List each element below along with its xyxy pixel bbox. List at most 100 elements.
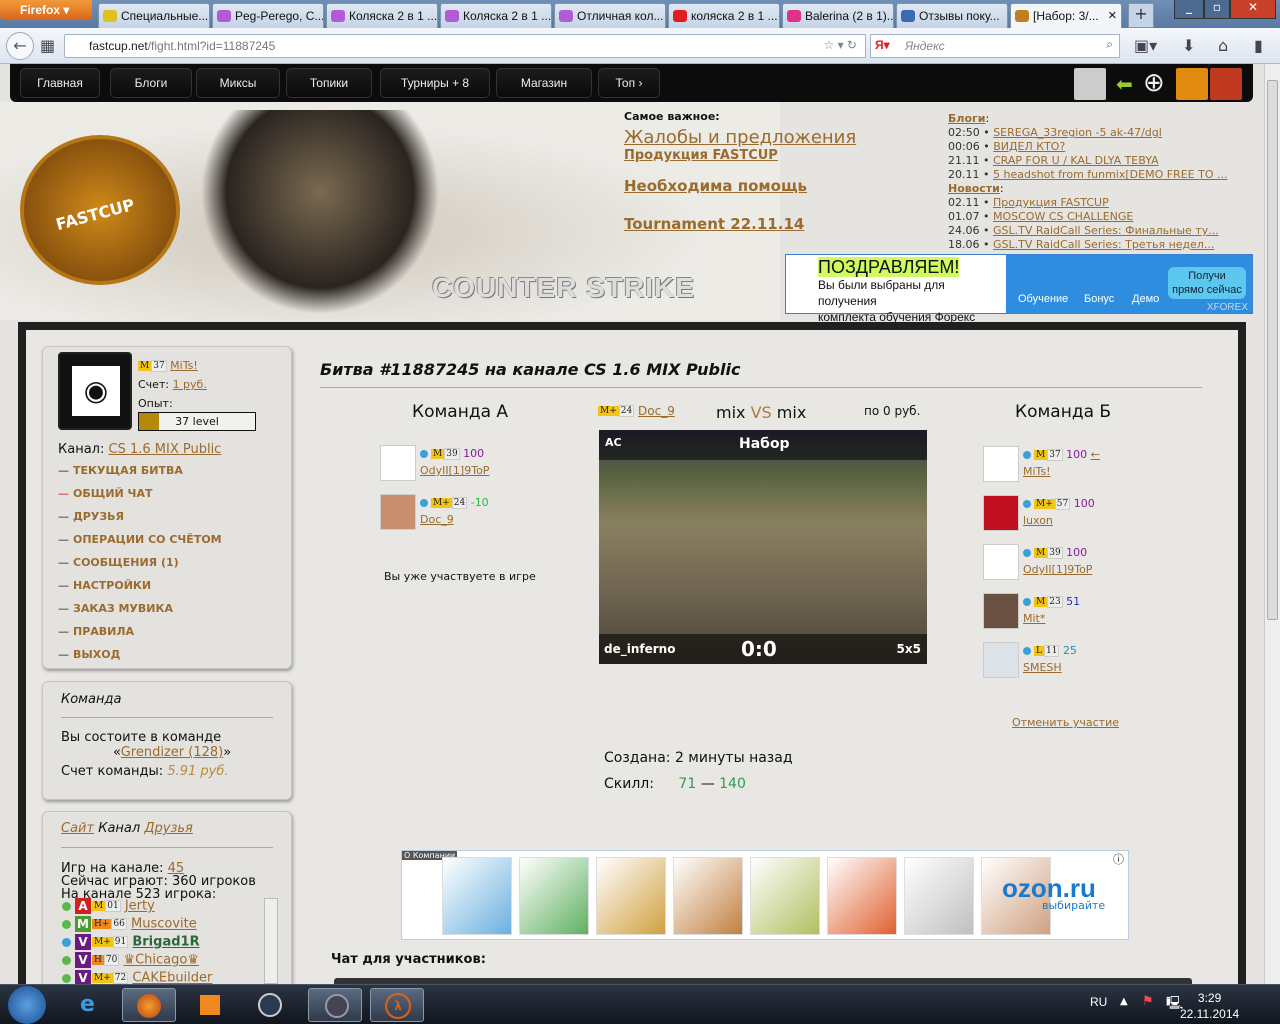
team-player[interactable]: L 11 25 SMESH: [983, 642, 1143, 682]
blog-link[interactable]: ВИДЕЛ КТО?: [993, 140, 1065, 153]
page-scrollbar[interactable]: [1264, 64, 1280, 984]
browser-tab[interactable]: Отзывы поку...: [896, 3, 1008, 28]
side-menu-item[interactable]: — СООБЩЕНИЯ (1): [58, 556, 222, 579]
book-cover[interactable]: [519, 857, 589, 935]
browser-tab[interactable]: Peg-Perego, С...: [212, 3, 324, 28]
browser-tab[interactable]: Коляска 2 в 1 ...: [440, 3, 552, 28]
addon-icon[interactable]: ▮: [1254, 36, 1263, 55]
url-bar[interactable]: fastcup.net/fight.html?id=11887245 ☆ ▾ ↻: [64, 34, 866, 58]
news-link[interactable]: GSL.TV RaidCall Series: Третья недел...: [993, 238, 1214, 251]
leave-arrow-link[interactable]: ←: [1091, 448, 1100, 461]
book-cover[interactable]: [827, 857, 897, 935]
close-tab-icon[interactable]: ✕: [1108, 9, 1117, 22]
team-player[interactable]: M+ 57 100 luxon: [983, 495, 1143, 535]
news-link[interactable]: Продукция FASTCUP: [993, 196, 1109, 209]
app-taskbar-icon[interactable]: [308, 988, 362, 1022]
menu-item[interactable]: Магазин: [496, 68, 592, 98]
dota2-game-icon[interactable]: [1210, 68, 1242, 100]
media-player-taskbar-icon[interactable]: [182, 988, 236, 1022]
action-center-icon[interactable]: ⚑: [1142, 994, 1154, 1009]
ie-taskbar-icon[interactable]: e: [64, 988, 118, 1022]
search-icon[interactable]: ⌕: [1106, 37, 1113, 52]
online-player[interactable]: V M+ 91 Brigad1R: [62, 934, 280, 952]
blogs-heading[interactable]: Блоги: [948, 112, 985, 125]
team-player[interactable]: M 39 100 OdyII[1]9ToP: [983, 544, 1143, 584]
firefox-taskbar-icon[interactable]: [122, 988, 176, 1022]
player-name-link[interactable]: luxon: [1023, 514, 1053, 527]
news-heading[interactable]: Новости: [948, 182, 1000, 195]
player-name-link[interactable]: Mit*: [1023, 612, 1045, 625]
book-cover[interactable]: [750, 857, 820, 935]
help-link[interactable]: Необходима помощь: [624, 177, 807, 195]
ad-cta-button[interactable]: Получи прямо сейчас: [1168, 267, 1246, 299]
back-button[interactable]: ←: [6, 32, 34, 60]
balance-link[interactable]: 1 руб.: [173, 378, 207, 391]
player-avatar[interactable]: [380, 494, 416, 530]
username-link[interactable]: MiTs!: [170, 359, 198, 372]
team-link[interactable]: Grendizer (128): [121, 745, 224, 760]
player-avatar[interactable]: [983, 495, 1019, 531]
player-avatar[interactable]: [983, 593, 1019, 629]
player-avatar[interactable]: [983, 642, 1019, 678]
player-name-link[interactable]: Doc_9: [420, 513, 454, 526]
browser-tab[interactable]: Balerina (2 в 1)...: [782, 3, 894, 28]
start-button[interactable]: [8, 986, 46, 1024]
ad-info-icon[interactable]: ⓘ: [1113, 851, 1124, 867]
tab-channel[interactable]: Канал: [98, 821, 140, 836]
side-menu-item[interactable]: — ТЕКУЩАЯ БИТВА: [58, 464, 222, 487]
tab-friends[interactable]: Друзья: [144, 821, 193, 836]
blog-link[interactable]: 5 headshot from funmix[DEMO FREE TO ...: [993, 168, 1227, 181]
side-menu-item[interactable]: — ПРАВИЛА: [58, 625, 222, 648]
online-player[interactable]: A M 01 Jerty: [62, 898, 280, 916]
online-player[interactable]: V H 70 ♛Chicago♛: [62, 952, 280, 970]
csgo-game-icon[interactable]: [1176, 68, 1208, 100]
player-name-link[interactable]: OdyII[1]9ToP: [1023, 563, 1092, 576]
browser-tab[interactable]: Отличная кол...: [554, 3, 666, 28]
player-avatar[interactable]: [380, 445, 416, 481]
search-input[interactable]: Я▾ Яндекс ⌕: [870, 34, 1120, 58]
language-indicator[interactable]: RU: [1090, 995, 1107, 1009]
home-icon[interactable]: ⌂: [1218, 36, 1228, 55]
browser-tab[interactable]: [Набор: 3/... ✕: [1010, 3, 1122, 29]
team-player[interactable]: M+ 24 -10 Doc_9: [380, 494, 540, 534]
browser-tab[interactable]: коляска 2 в 1 ...: [668, 3, 780, 28]
downloads-icon[interactable]: ⬇: [1182, 36, 1195, 55]
forex-ad[interactable]: ПОЗДРАВЛЯЕМ! Вы были выбраны для получени…: [785, 254, 1253, 324]
menu-item[interactable]: Топ ›: [598, 68, 660, 98]
menu-item[interactable]: Главная: [20, 68, 100, 98]
user-avatar[interactable]: ◉: [58, 352, 132, 430]
firefox-menu-button[interactable]: Firefox ▾: [0, 0, 92, 20]
menu-item[interactable]: Миксы: [196, 68, 280, 98]
side-menu-item[interactable]: — НАСТРОЙКИ: [58, 579, 222, 602]
player-name-link[interactable]: SMESH: [1023, 661, 1062, 674]
book-cover[interactable]: [596, 857, 666, 935]
news-link[interactable]: GSL.TV RaidCall Series: Финальные ту...: [993, 224, 1219, 237]
half-life-taskbar-icon[interactable]: λ: [370, 988, 424, 1022]
player-list-scrollbar[interactable]: [264, 898, 278, 984]
menu-item[interactable]: Блоги: [110, 68, 192, 98]
side-menu-item[interactable]: — ЗАКАЗ МУВИКА: [58, 602, 222, 625]
cancel-participation-link[interactable]: Отменить участие: [1012, 716, 1119, 729]
crosshair-icon[interactable]: ⊕: [1143, 68, 1165, 98]
side-menu-item[interactable]: — ДРУЗЬЯ: [58, 510, 222, 533]
menu-item[interactable]: Топики: [286, 68, 372, 98]
complaints-link[interactable]: Жалобы и предложения: [624, 127, 856, 148]
browser-tab[interactable]: Специальные...: [98, 3, 210, 28]
channel-link[interactable]: CS 1.6 MIX Public: [109, 442, 222, 457]
book-cover[interactable]: [673, 857, 743, 935]
online-player[interactable]: M H+ 66 Muscovite: [62, 916, 280, 934]
menu-item[interactable]: Турниры + 8: [380, 68, 490, 98]
side-menu-item[interactable]: — ОБЩИЙ ЧАТ: [58, 487, 222, 510]
books-ad[interactable]: О Компании ozon.ru выбирайте ⓘ: [401, 850, 1129, 940]
steam-taskbar-icon[interactable]: [242, 988, 296, 1022]
team-player[interactable]: M 37 100 ← MiTs!: [983, 446, 1143, 486]
close-window-button[interactable]: ✕: [1230, 0, 1276, 19]
tab-site[interactable]: Сайт: [61, 821, 94, 836]
new-tab-button[interactable]: +: [1128, 3, 1154, 28]
tray-expand-icon[interactable]: ▲: [1120, 996, 1128, 1007]
team-player[interactable]: M 23 51 Mit*: [983, 593, 1143, 633]
minimize-button[interactable]: _: [1174, 0, 1204, 19]
bookmark-star-icon[interactable]: ☆ ▾ ↻: [823, 38, 857, 52]
player-avatar[interactable]: [983, 446, 1019, 482]
online-player[interactable]: V M+ 72 CAKEbuilder: [62, 970, 280, 984]
